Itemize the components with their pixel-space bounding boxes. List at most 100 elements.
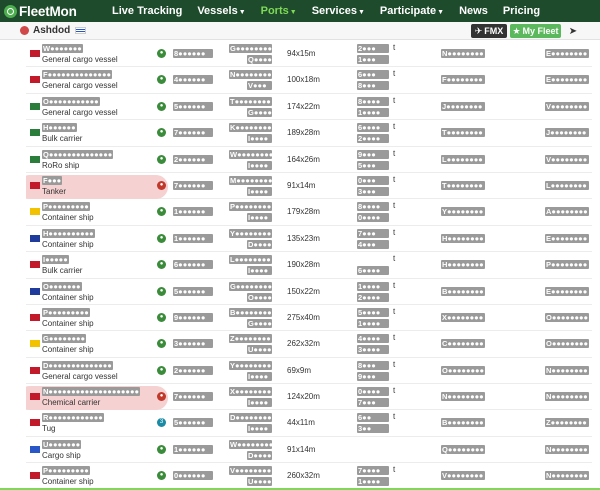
tonnage-value: 2●●● (357, 44, 389, 53)
vessel-row[interactable]: D●●●●●●●●●●●●●● General cargo vessel ● 2●●●… (26, 358, 592, 385)
menu-item-pricing[interactable]: Pricing (503, 5, 540, 17)
vessel-type: Bulk carrier (42, 134, 83, 144)
vessel-row[interactable]: O●●●●●●●●●●● General cargo vessel ● 5●●●●●●… (26, 94, 592, 121)
destination-value: T●●●●●●●● (441, 180, 485, 190)
callsign-value: I●●●● (247, 213, 272, 223)
vessel-name[interactable]: Q●●●●●●●●●●●●●● (42, 149, 114, 159)
vessel-name[interactable]: R●●●●●●●●●●●● (42, 413, 104, 423)
vessel-row[interactable]: N●●●●●●●●●●●●●●●●●●●● Chemical carrier ● 7●… (26, 384, 592, 411)
vessel-name[interactable]: N●●●●●●●●●●●●●●●●●●●● (42, 387, 141, 397)
vessel-name[interactable]: P●●●●●●●●● (42, 466, 90, 476)
vessel-name[interactable]: F●●● (42, 175, 63, 185)
menu-item-news[interactable]: News (459, 5, 488, 17)
fmx-button[interactable]: ✈ FMX (471, 24, 507, 38)
flag-value: L●●●●●●●● (229, 255, 272, 265)
menu-item-live-tracking[interactable]: Live Tracking (112, 5, 182, 17)
imo-value: 7●●●●●● (173, 180, 213, 190)
menu-item-ports[interactable]: Ports▼ (261, 5, 297, 17)
vessel-row[interactable]: H●●●●●● Bulk carrier ● 7●●●●●● K●●●●●●●● I●●●… (26, 120, 592, 147)
vessel-name[interactable]: D●●●●●●●●●●●●●● (42, 360, 113, 370)
callsign-value: I●●●● (247, 398, 272, 408)
vessel-row[interactable]: F●●●●●●●●●●●●●● General cargo vessel ● 4●●●… (26, 67, 592, 94)
vessel-name[interactable]: F●●●●●●●●●●●●●● (42, 70, 113, 80)
vessel-name[interactable]: O●●●●●●● (42, 281, 82, 291)
vessel-name[interactable]: U●●●●●●● (42, 439, 82, 449)
flag-value: X●●●●●●●● (229, 387, 272, 397)
status-icon: ● (157, 207, 166, 217)
tonnage-value: 9●●● (357, 149, 389, 159)
deadweight-value: 1●●●● (357, 318, 389, 328)
vessel-row[interactable]: P●●●●●●●●● Container ship ● 9●●●●●● B●●●●●●●… (26, 305, 592, 332)
unit-label: t (393, 465, 396, 475)
vessel-row[interactable]: Q●●●●●●●●●●●●●● RoRo ship ● 2●●●●●● W●●●●●●●… (26, 147, 592, 173)
vessel-row[interactable]: I●●●●● Bulk carrier ● 6●●●●●● L●●●●●●●● I●●●●… (26, 252, 592, 279)
flag-icon (30, 129, 40, 137)
send-button[interactable]: ➤ (566, 24, 580, 38)
deadweight-value: 6●●●● (357, 266, 389, 276)
vessel-row[interactable]: U●●●●●●● Cargo ship ● 1●●●●●● W●●●●●●●● D●●●●… (26, 437, 592, 464)
vessel-name[interactable]: P●●●●●●●●● (42, 202, 90, 212)
vessel-type: Tanker (42, 186, 67, 196)
caret-down-icon: ▼ (437, 9, 445, 16)
menu-label: Ports (260, 5, 289, 17)
vessel-row[interactable]: H●●●●●●●●●● Container ship ● 1●●●●●● Y●●●●●●… (26, 226, 592, 253)
flag-icon (30, 340, 40, 348)
vessel-name[interactable]: P●●●●●●●●● (42, 307, 90, 317)
vessel-name[interactable]: G●●●●●●●● (42, 334, 87, 344)
vessel-row[interactable]: G●●●●●●●● Container ship ● 3●●●●●● Z●●●●●●●●… (26, 331, 592, 358)
unit-label: t (393, 386, 396, 396)
destination-value: N●●●●●●●● (441, 392, 485, 402)
callsign-value: G●●●● (247, 107, 272, 117)
vessel-row[interactable]: P●●●●●●●●● Container ship ● 1●●●●●● P●●●●●●●… (26, 199, 592, 226)
vessel-name[interactable]: O●●●●●●●●●●● (42, 96, 100, 106)
flag-icon (30, 234, 40, 242)
flag-icon (30, 261, 40, 269)
flag-icon (30, 76, 40, 84)
star-icon: ★ (512, 25, 521, 36)
last-port-value: E●●●●●●●● (545, 49, 589, 58)
flag-value: Y●●●●●●●● (229, 228, 272, 238)
flag-value: W●●●●●●●● (229, 439, 274, 449)
my-fleet-button[interactable]: ★ My Fleet (510, 24, 561, 38)
destination-value: J●●●●●●●● (441, 101, 485, 111)
menu-item-services[interactable]: Services▼ (312, 5, 365, 17)
flag-icon (30, 445, 40, 453)
vessel-type: General cargo vessel (42, 371, 118, 381)
vessel-type: General cargo vessel (42, 55, 118, 64)
vessel-dimensions: 275x40m (287, 312, 320, 322)
vessel-row[interactable]: O●●●●●●● Container ship ● 5●●●●●● G●●●●●●●● O… (26, 279, 592, 305)
tonnage-value: 8●●●● (357, 202, 389, 212)
destination-value: L●●●●●●●● (441, 154, 485, 164)
vessel-row[interactable]: W●●●●●●● General cargo vessel ● 8●●●●●● G●●●… (26, 41, 592, 68)
deadweight-value: 9●●● (357, 371, 389, 381)
unit-label: t (393, 201, 396, 211)
last-port-value: J●●●●●●●● (545, 128, 589, 138)
fleetmon-logo[interactable]: FleetMon (0, 4, 112, 19)
flag-icon (30, 155, 40, 163)
last-port-value: P●●●●●●●● (545, 260, 589, 270)
imo-value: 7●●●●●● (173, 392, 213, 402)
vessel-dimensions: 135x23m (287, 233, 320, 243)
imo-value: 8●●●●●● (173, 49, 213, 58)
last-port-value: V●●●●●●●● (545, 154, 589, 164)
menu-item-participate[interactable]: Participate▼ (380, 5, 444, 17)
flag-icon (30, 472, 40, 480)
destination-value: Q●●●●●●●● (441, 444, 485, 454)
destination-value: H●●●●●●●● (441, 233, 485, 243)
vessel-row[interactable]: R●●●●●●●●●●●● Tug 3 5●●●●●● D●●●●●●●● I●●●● 44… (26, 410, 592, 437)
vessel-name[interactable]: I●●●●● (42, 255, 69, 265)
vessel-dimensions: 150x22m (287, 286, 320, 296)
vessel-name[interactable]: H●●●●●● (42, 123, 77, 133)
vessel-name[interactable]: H●●●●●●●●●● (42, 228, 95, 238)
vessel-name[interactable]: W●●●●●●● (42, 44, 83, 53)
unit-label: t (393, 227, 396, 237)
status-icon: ● (157, 75, 166, 85)
deadweight-value: 8●●● (357, 81, 389, 91)
menu-item-vessels[interactable]: Vessels▼ (197, 5, 245, 17)
deadweight-value: 2●●●● (357, 134, 389, 144)
vessel-row[interactable]: F●●● Tanker ● 7●●●●●● M●●●●●●●● I●●●● 91x14m 0●… (26, 173, 592, 200)
vessel-type: General cargo vessel (42, 107, 118, 117)
tonnage-value: 7●●● (357, 228, 389, 238)
vessel-row[interactable]: P●●●●●●●●● Container ship ● 0●●●●●● V●●●●●●●… (26, 463, 592, 490)
flag-icon (30, 287, 40, 295)
